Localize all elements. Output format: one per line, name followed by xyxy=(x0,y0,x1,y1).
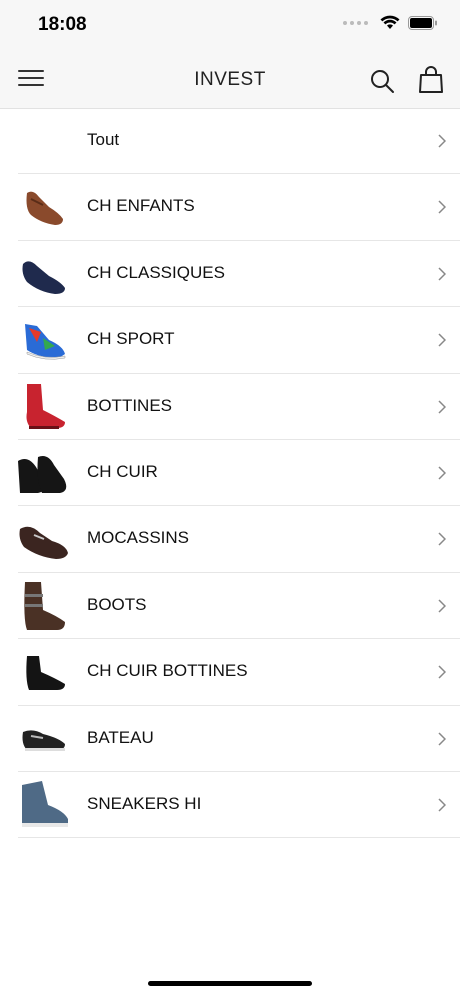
category-row-tout[interactable]: Tout xyxy=(0,108,460,175)
category-row-ch-cuir-bottines[interactable]: CH CUIR BOTTINES xyxy=(0,639,460,706)
red-chelsea-boot-thumbnail xyxy=(18,380,70,434)
black-boat-shoe-thumbnail xyxy=(18,712,70,766)
category-row-boots[interactable]: BOOTS xyxy=(0,573,460,640)
navy-suede-loafer-thumbnail xyxy=(18,247,70,301)
category-label: Tout xyxy=(87,130,120,149)
chevron-right-icon xyxy=(438,333,446,347)
status-time: 18:08 xyxy=(38,14,87,35)
category-label: CH SPORT xyxy=(87,329,175,349)
category-label: BOOTS xyxy=(87,594,147,614)
black-velvet-loafers-thumbnail xyxy=(18,446,70,500)
status-icons xyxy=(343,15,438,30)
navigation-bar: INVEST xyxy=(0,50,460,109)
chevron-right-icon xyxy=(438,400,446,414)
battery-icon xyxy=(408,15,437,30)
category-row-ch-enfants[interactable]: CH ENFANTS xyxy=(0,174,460,242)
multicolor-sneaker-thumbnail xyxy=(18,313,70,367)
chevron-right-icon xyxy=(438,532,446,546)
chevron-right-icon xyxy=(438,798,446,812)
brown-derby-shoe-thumbnail xyxy=(18,180,70,234)
category-label: CH CUIR BOTTINES xyxy=(87,661,248,681)
category-row-ch-cuir[interactable]: CH CUIR xyxy=(0,440,460,507)
dark-brown-moccasin-thumbnail xyxy=(18,512,70,566)
brown-buckle-boot-thumbnail xyxy=(18,579,70,633)
wifi-icon xyxy=(380,15,400,29)
category-label: CH CUIR xyxy=(87,461,158,481)
chevron-right-icon xyxy=(438,466,446,480)
chevron-right-icon xyxy=(438,665,446,679)
category-label: CH ENFANTS xyxy=(87,196,195,216)
category-label: MOCASSINS xyxy=(87,528,190,548)
black-leather-ankle-boot-thumbnail xyxy=(18,645,70,699)
signal-dots-icon xyxy=(343,20,368,25)
category-label: BATEAU xyxy=(87,727,154,747)
shopping-bag-icon[interactable] xyxy=(418,66,444,94)
category-label: BOTTINES xyxy=(87,395,173,415)
category-row-ch-sport[interactable]: CH SPORT xyxy=(0,307,460,374)
chevron-right-icon xyxy=(438,599,446,613)
category-row-ch-classiques[interactable]: CH CLASSIQUES xyxy=(0,241,460,308)
blue-high-top-sneaker-thumbnail xyxy=(18,778,70,832)
home-indicator[interactable] xyxy=(148,981,312,986)
category-row-mocassins[interactable]: MOCASSINS xyxy=(0,506,460,574)
chevron-right-icon xyxy=(438,731,446,746)
category-list: Tout CH ENFANTS CH CLASSIQUES CH SPORT B… xyxy=(0,108,460,839)
category-row-bateau[interactable]: BATEAU xyxy=(0,706,460,773)
chevron-right-icon xyxy=(438,200,446,214)
category-row-sneakers-hi[interactable]: SNEAKERS HI xyxy=(0,772,460,839)
category-row-bottines[interactable]: BOTTINES xyxy=(0,374,460,441)
status-bar: 18:08 xyxy=(0,0,460,50)
chevron-right-icon xyxy=(438,134,446,148)
category-label: CH CLASSIQUES xyxy=(87,262,225,282)
search-icon[interactable] xyxy=(369,68,395,94)
category-label: SNEAKERS HI xyxy=(87,793,202,813)
chevron-right-icon xyxy=(438,267,446,281)
